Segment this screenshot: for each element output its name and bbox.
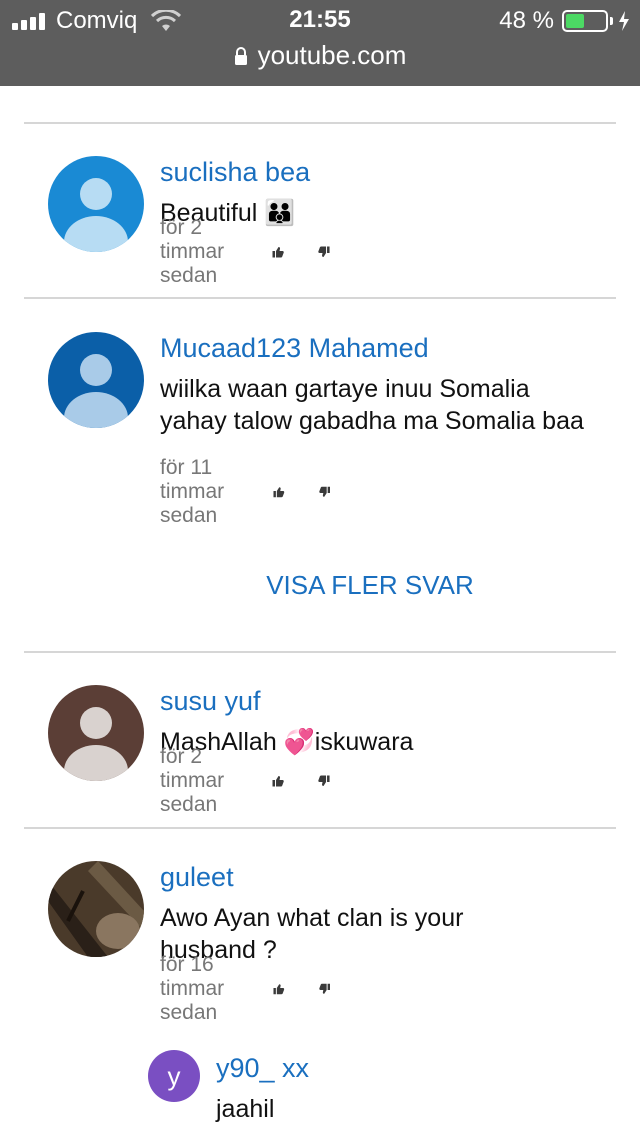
comment-author[interactable]: susu yuf (160, 686, 261, 717)
comment-meta: för 11 timmar sedan (160, 456, 364, 527)
thumbs-down-icon[interactable] (318, 769, 330, 793)
comment-time: för 16 timmar sedan (160, 953, 225, 1024)
comment-text: wiilka waan gartaye inuu Somalia yahay t… (160, 375, 584, 435)
status-right: 48 % (499, 6, 630, 36)
comment-time: för 2 timmar sedan (160, 745, 225, 816)
url-text: youtube.com (257, 40, 407, 70)
divider (24, 651, 616, 653)
reply-avatar[interactable]: y (148, 1050, 200, 1102)
battery-icon (562, 10, 608, 32)
reply-author[interactable]: y90_ xx (216, 1053, 309, 1084)
divider (24, 297, 616, 299)
comment-meta: för 16 timmar sedan (160, 953, 364, 1024)
show-more-replies-button[interactable]: VISA FLER SVAR (0, 570, 640, 601)
comment-meta: för 2 timmar sedan (160, 216, 364, 287)
battery-nub (610, 17, 613, 25)
thumbs-down-icon[interactable] (318, 240, 330, 264)
divider (24, 122, 616, 124)
thumbs-down-icon[interactable] (318, 480, 331, 504)
divider (24, 827, 616, 829)
reply-text: jaahil (216, 1095, 275, 1123)
comment-time: för 11 timmar sedan (160, 456, 225, 527)
comment-time: för 2 timmar sedan (160, 216, 225, 287)
thumbs-up-icon[interactable] (272, 240, 284, 264)
address-bar[interactable]: youtube.com (0, 40, 640, 71)
charging-bolt-icon (619, 11, 629, 31)
thumbs-down-icon[interactable] (318, 977, 330, 1001)
lock-icon (234, 46, 247, 65)
avatar[interactable] (48, 156, 144, 252)
thumbs-up-icon[interactable] (273, 977, 285, 1001)
comment-author[interactable]: guleet (160, 862, 234, 893)
avatar[interactable] (48, 685, 144, 781)
comment-author[interactable]: suclisha bea (160, 157, 310, 188)
avatar[interactable] (48, 332, 144, 428)
thumbs-up-icon[interactable] (272, 769, 284, 793)
comment-meta: för 2 timmar sedan (160, 745, 364, 816)
battery-percentage: 48 % (499, 7, 554, 34)
avatar-photo[interactable] (48, 861, 144, 957)
thumbs-up-icon[interactable] (273, 480, 285, 504)
comment-author[interactable]: Mucaad123 Mahamed (160, 333, 429, 364)
battery-fill (566, 14, 585, 28)
status-bar: Comviq 21:55 48 % youtube.com (0, 0, 640, 86)
